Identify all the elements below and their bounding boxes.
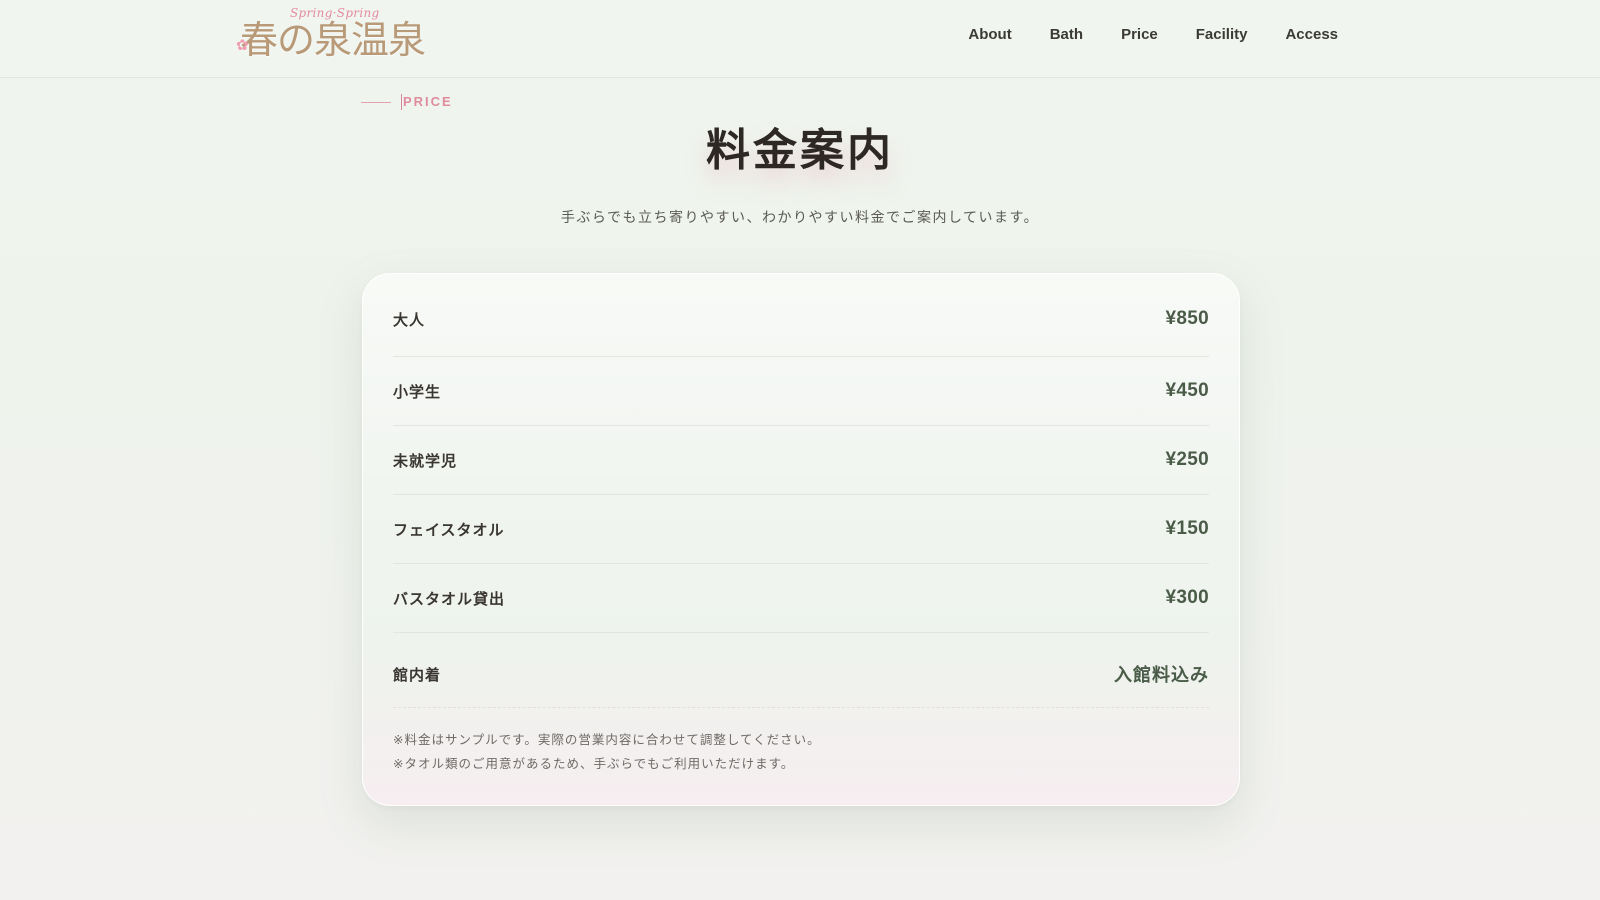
nav-link-about[interactable]: About [968,22,1011,48]
nav-link-access[interactable]: Access [1285,22,1338,48]
section-eyebrow: PRICE [361,94,453,110]
price-row-face-towel: フェイスタオル ¥150 [393,495,1209,564]
price-value: ¥250 [1165,449,1209,470]
price-label: フェイスタオル [393,520,505,539]
price-row-adult: 大人 ¥850 [393,274,1209,357]
price-value: ¥300 [1165,587,1209,608]
nav-link-bath[interactable]: Bath [1050,22,1083,48]
note-line: ※料金はサンプルです。実際の営業内容に合わせて調整してください。 [393,732,821,747]
nav-link-price[interactable]: Price [1121,22,1158,48]
price-label: 未就学児 [393,451,458,470]
price-label: 大人 [393,310,426,329]
nav-link-facility[interactable]: Facility [1196,22,1248,48]
price-row-elementary: 小学生 ¥450 [393,357,1209,426]
price-value: 入館料込み [1114,665,1209,686]
page-title: 料金案内 [706,125,894,176]
price-label: 小学生 [393,382,442,401]
eyebrow-divider [361,101,391,103]
price-label: 館内着 [393,665,442,684]
price-row-bath-towel: バスタオル貸出 ¥300 [393,564,1209,633]
price-value: ¥150 [1165,518,1209,539]
page-lead: 手ぶらでも立ち寄りやすい、わかりやすい料金でご案内しています。 [560,210,1040,226]
price-card: 大人 ¥850 小学生 ¥450 未就学児 ¥250 フェイスタオル ¥150 … [362,273,1240,806]
price-row-preschool: 未就学児 ¥250 [393,426,1209,495]
site-logo[interactable]: Spring·Spring 春の泉温泉 ✿ [236,4,426,66]
flower-icon: ✿ [236,36,249,54]
price-row-loungewear: 館内着 入館料込み [393,633,1209,708]
note-line: ※タオル類のご用意があるため、手ぶらでもご利用いただけます。 [393,756,795,771]
price-value: ¥850 [1165,308,1209,329]
price-label: バスタオル貸出 [393,589,506,608]
eyebrow-label: PRICE [401,94,453,110]
logo-title: 春の泉温泉 [240,18,426,62]
main-nav: About Bath Price Facility Access [968,22,1338,48]
site-header: Spring·Spring 春の泉温泉 ✿ About Bath Price F… [0,0,1600,78]
price-value: ¥450 [1165,380,1209,401]
price-notes: ※料金はサンプルです。実際の営業内容に合わせて調整してください。 ※タオル類のご… [393,708,1209,776]
